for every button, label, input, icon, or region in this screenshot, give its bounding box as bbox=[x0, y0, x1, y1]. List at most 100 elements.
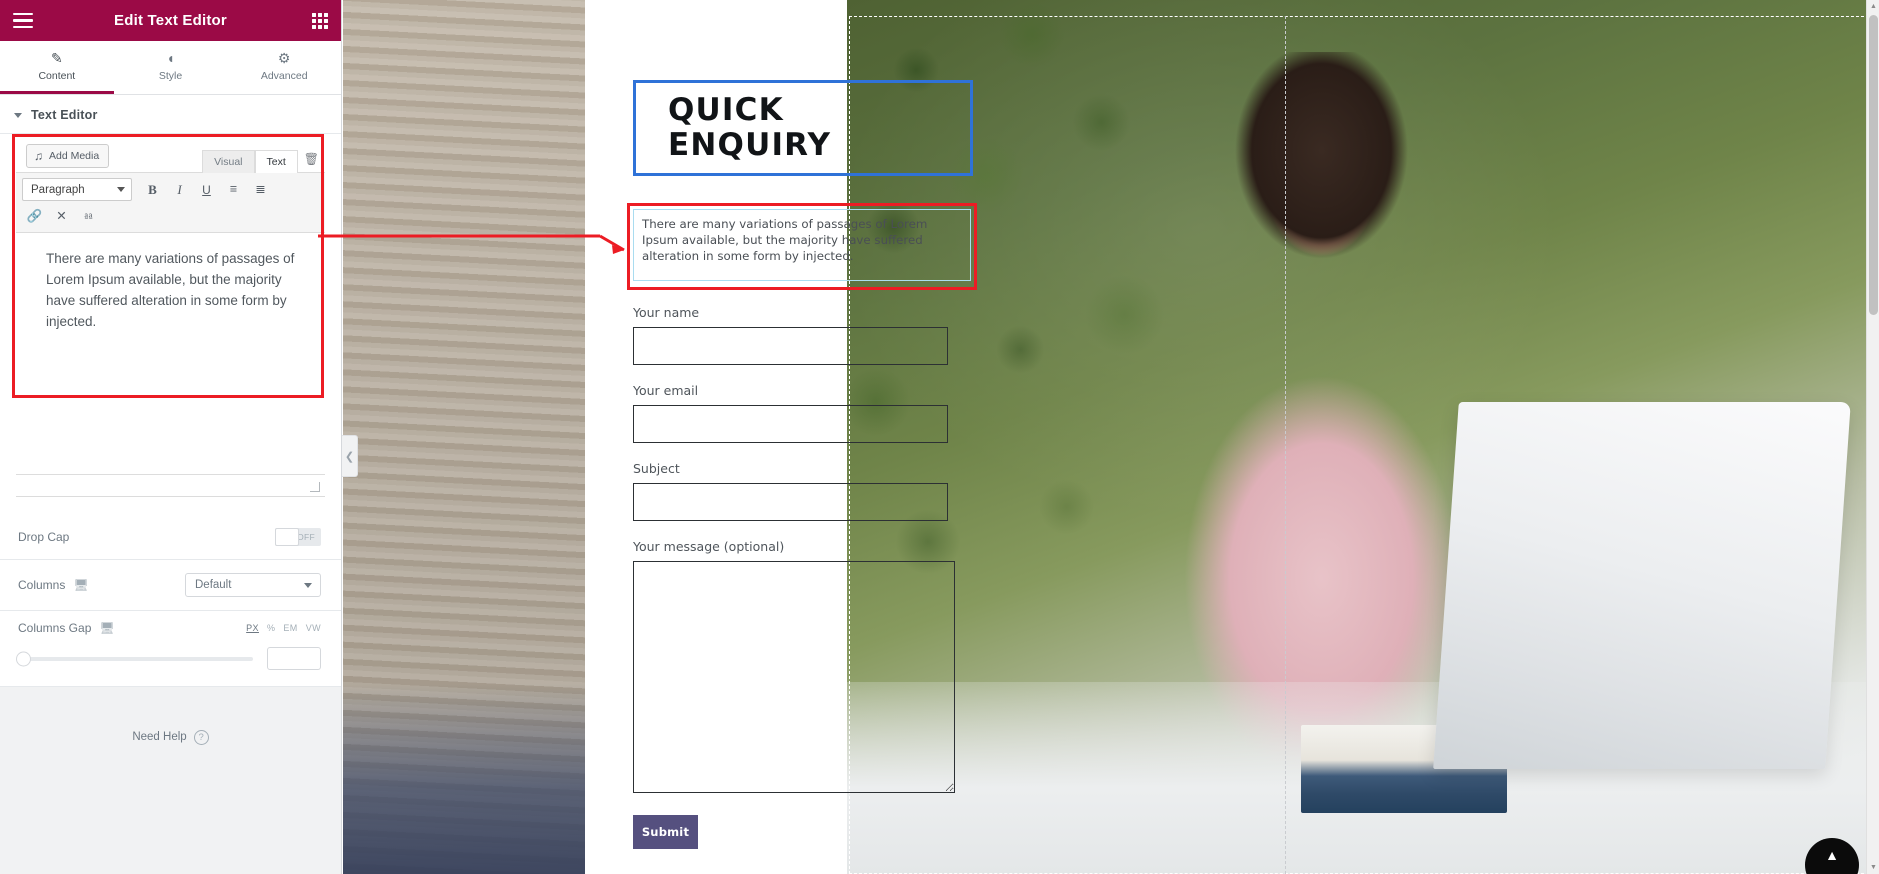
section-title: Text Editor bbox=[31, 108, 98, 122]
columns-gap-input[interactable] bbox=[267, 647, 321, 670]
desktop-icon[interactable]: 🖥 bbox=[73, 579, 88, 591]
section-text-editor[interactable]: Text Editor bbox=[0, 95, 341, 134]
tab-text[interactable]: Text bbox=[254, 150, 298, 173]
your-name-input[interactable] bbox=[633, 327, 948, 365]
editor-content-area[interactable]: There are many variations of passages of… bbox=[16, 233, 325, 475]
columns-gap-body bbox=[16, 647, 321, 670]
tab-style[interactable]: ◖ Style bbox=[114, 41, 228, 94]
chevron-up-icon: ▲ bbox=[1825, 847, 1839, 863]
tab-style-label: Style bbox=[158, 69, 183, 82]
page-scrollbar[interactable]: ▲ ▼ bbox=[1866, 0, 1879, 874]
columns-gap-slider[interactable] bbox=[16, 651, 253, 666]
quick-enquiry-form: Your name Your email Subject Your messag… bbox=[633, 305, 955, 849]
format-select[interactable]: Paragraph bbox=[22, 178, 132, 201]
columns-gap-label-wrap: Columns Gap 🖥 bbox=[18, 621, 115, 635]
your-name-label: Your name bbox=[633, 305, 700, 320]
bulleted-list-button[interactable]: ≡ bbox=[221, 178, 246, 201]
media-icon: ♫ bbox=[34, 149, 43, 163]
contrast-circle-icon: ◖ bbox=[166, 49, 175, 66]
unit-em[interactable]: EM bbox=[283, 623, 297, 633]
chevron-down-icon bbox=[304, 582, 312, 588]
tab-advanced-label: Advanced bbox=[260, 69, 308, 82]
question-circle-icon: ? bbox=[193, 729, 209, 745]
chevron-left-icon: ❮ bbox=[344, 450, 355, 463]
background-wood-photo bbox=[343, 0, 585, 874]
editor-mode-tabs: Visual Text 🗑 bbox=[202, 148, 325, 173]
tab-advanced[interactable]: ⚙ Advanced bbox=[227, 41, 341, 94]
unit-percent[interactable]: % bbox=[267, 623, 275, 633]
quick-enquiry-heading-widget[interactable]: QUICK ENQUIRY bbox=[633, 80, 973, 176]
subject-input[interactable] bbox=[633, 483, 948, 521]
remove-link-icon[interactable]: ✕ bbox=[49, 205, 74, 228]
tab-content[interactable]: ✎ Content bbox=[0, 41, 114, 94]
preview-canvas bbox=[343, 0, 1879, 874]
elementor-editor-screen: QUICK ENQUIRY There are many variations … bbox=[0, 0, 1879, 874]
elementor-panel: Edit Text Editor ✎ Content ◖ Style ⚙ Adv… bbox=[0, 0, 342, 874]
insert-link-icon[interactable]: 🔗 bbox=[22, 205, 47, 228]
add-media-button[interactable]: ♫ Add Media bbox=[26, 144, 110, 168]
columns-select[interactable]: Default bbox=[185, 573, 321, 597]
control-drop-cap: Drop Cap OFF bbox=[0, 515, 341, 560]
toolbar-toggle-icon[interactable]: ⎂ bbox=[76, 205, 101, 228]
columns-select-value: Default bbox=[195, 579, 232, 591]
numbered-list-button[interactable]: ≣ bbox=[248, 178, 273, 201]
heading-line-1: QUICK bbox=[668, 92, 784, 129]
gear-icon: ⚙ bbox=[277, 49, 291, 66]
hamburger-icon[interactable] bbox=[9, 9, 37, 33]
need-help-label: Need Help bbox=[132, 731, 187, 743]
drop-cap-label: Drop Cap bbox=[18, 530, 70, 544]
page-title: QUICK ENQUIRY bbox=[668, 93, 831, 162]
text-editor-widget-preview[interactable]: There are many variations of passages of… bbox=[633, 209, 971, 281]
hero-photo bbox=[847, 0, 1879, 874]
slider-thumb[interactable] bbox=[16, 651, 31, 666]
editor-toolbar: Paragraph B I U ≡ ≣ 🔗 ✕ ⎂ bbox=[16, 173, 325, 233]
columns-gap-label: Columns Gap bbox=[18, 621, 92, 635]
tab-visual-label: Visual bbox=[214, 156, 243, 168]
italic-button[interactable]: I bbox=[167, 178, 192, 201]
scrollbar-down-arrow[interactable]: ▼ bbox=[1867, 861, 1879, 874]
drop-cap-state: OFF bbox=[297, 532, 315, 542]
unit-px[interactable]: PX bbox=[246, 623, 259, 633]
your-email-label: Your email bbox=[633, 383, 699, 398]
your-message-textarea[interactable] bbox=[633, 561, 955, 793]
heading-line-2: ENQUIRY bbox=[668, 127, 832, 163]
scrollbar-thumb[interactable] bbox=[1869, 15, 1878, 315]
drop-cap-toggle[interactable]: OFF bbox=[275, 528, 321, 546]
wp-text-editor: ♫ Add Media Visual Text 🗑 Paragraph B I … bbox=[16, 141, 325, 497]
panel-collapse-handle[interactable]: ❮ bbox=[342, 435, 358, 477]
widgets-grid-icon[interactable] bbox=[307, 9, 333, 33]
toolbar-row-2: 🔗 ✕ ⎂ bbox=[22, 205, 319, 228]
tab-visual[interactable]: Visual bbox=[202, 150, 255, 173]
underline-button[interactable]: U bbox=[194, 178, 219, 201]
tab-text-label: Text bbox=[266, 156, 286, 168]
columns-label: Columns bbox=[18, 578, 66, 592]
scrollbar-up-arrow[interactable]: ▲ bbox=[1867, 0, 1879, 13]
editor-top-bar: ♫ Add Media Visual Text 🗑 bbox=[16, 141, 325, 173]
chevron-down-icon bbox=[14, 112, 22, 118]
trash-icon[interactable]: 🗑 bbox=[298, 148, 325, 171]
panel-header: Edit Text Editor bbox=[0, 0, 341, 41]
columns-label-wrap: Columns 🖥 bbox=[18, 578, 89, 592]
desktop-icon[interactable]: 🖥 bbox=[99, 622, 114, 634]
panel-footer: Need Help ? bbox=[0, 687, 341, 874]
pencil-icon: ✎ bbox=[50, 49, 63, 66]
panel-title: Edit Text Editor bbox=[114, 12, 227, 29]
hero-laptop bbox=[1432, 402, 1851, 770]
editor-resize-handle[interactable] bbox=[16, 475, 325, 497]
add-media-label: Add Media bbox=[49, 150, 100, 162]
columns-gap-header: Columns Gap 🖥 PX % EM VW bbox=[18, 621, 321, 635]
control-columns-gap: Columns Gap 🖥 PX % EM VW bbox=[0, 611, 341, 687]
toggle-knob bbox=[275, 528, 299, 546]
need-help-link[interactable]: Need Help ? bbox=[132, 729, 209, 745]
format-select-value: Paragraph bbox=[31, 183, 85, 196]
your-message-label: Your message (optional) bbox=[633, 539, 785, 554]
tab-content-label: Content bbox=[38, 69, 76, 82]
panel-body: ♫ Add Media Visual Text 🗑 Paragraph B I … bbox=[0, 134, 341, 874]
unit-switcher: PX % EM VW bbox=[246, 623, 321, 633]
panel-tabs: ✎ Content ◖ Style ⚙ Advanced bbox=[0, 41, 341, 95]
unit-vw[interactable]: VW bbox=[306, 623, 321, 633]
subject-label: Subject bbox=[633, 461, 680, 476]
bold-button[interactable]: B bbox=[140, 178, 165, 201]
submit-button[interactable]: Submit bbox=[633, 815, 698, 849]
your-email-input[interactable] bbox=[633, 405, 948, 443]
